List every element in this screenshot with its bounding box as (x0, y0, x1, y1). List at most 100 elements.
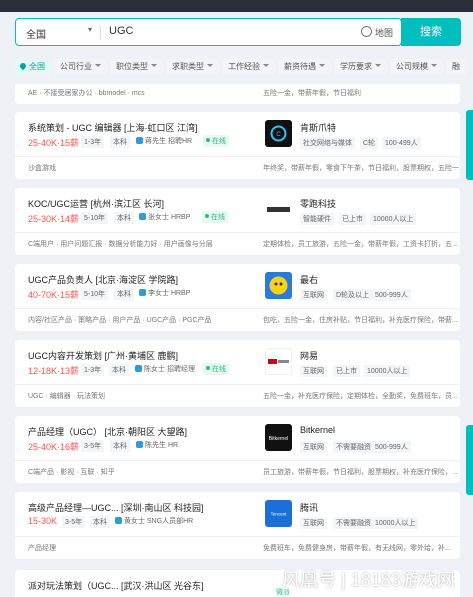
company-size: 10000人以上 (370, 213, 417, 225)
job-card[interactable]: 系统策划 - UGC 编辑器 [上海·虹口区 江湾] 25-40K·15薪 1-… (15, 112, 460, 179)
location-pin-icon (18, 61, 28, 71)
top-navigation-bar (0, 0, 473, 12)
search-box: 全国 ▾ 地图 (15, 18, 402, 46)
company-name[interactable]: 腾讯 (300, 501, 318, 514)
job-salary: 25-40K·15薪 (28, 138, 80, 148)
svg-text:Tencent: Tencent (271, 512, 288, 517)
hr-contact[interactable]: 陈先生 HR (136, 440, 178, 450)
job-card[interactable]: UGC内容开发策划 [广州·黄埔区 鹿鹏] 12-18K·13薪 1-3年 本科… (15, 340, 460, 407)
chat-icon (135, 365, 142, 372)
job-card[interactable]: UGC产品负责人 [北京·海淀区 学院路] 40-70K·15薪 5-10年 本… (15, 264, 460, 331)
company-name[interactable]: 零跑科技 (300, 197, 336, 210)
filter-label: 学历要求 (340, 62, 372, 71)
company-industry: 互联网 (300, 365, 327, 377)
filter-label: 薪资待遇 (284, 62, 316, 71)
company-benefits: 定期体检，员工旅游，五险一金，带薪年假，工资卡打折，五... (263, 241, 458, 248)
job-card[interactable]: KOC/UGC运营 [杭州·滨江区 长河] 25-30K·14薪 5-10年 本… (15, 188, 460, 255)
job-salary: 25-30K·14薪 (28, 214, 80, 224)
job-tags: UGC · 编辑器 · 玩法策划 (28, 393, 105, 400)
filter-education[interactable]: 学历要求 (334, 59, 387, 75)
job-experience: 5-10年 (81, 288, 109, 300)
filter-city[interactable]: 全国 (14, 59, 51, 75)
job-title[interactable]: KOC/UGC运营 [杭州·滨江区 长河] (28, 197, 164, 210)
filter-company-size[interactable]: 公司规模 (390, 59, 443, 75)
job-experience: 3-5年 (81, 440, 105, 452)
company-logo[interactable]: Tencent (265, 500, 292, 527)
company-stage: C轮 (360, 137, 379, 149)
company-industry: 互联网 (300, 441, 327, 453)
job-education: 本科 (110, 136, 130, 148)
caret-down-icon (431, 64, 437, 67)
chat-icon (139, 289, 146, 296)
filter-industry[interactable]: 公司行业 (54, 59, 107, 75)
job-tags: 产品经理 (28, 545, 56, 552)
chat-icon (115, 517, 122, 524)
company-stage: 不需要融资 (333, 441, 374, 453)
filter-job-type[interactable]: 职位类型 (110, 59, 163, 75)
filter-funding[interactable]: 融 (446, 59, 466, 75)
city-selector[interactable]: 全国 (26, 26, 46, 41)
hr-contact[interactable]: 陈女士 招聘经理 (135, 364, 195, 374)
filter-seek-type[interactable]: 求职类型 (166, 59, 219, 75)
job-title[interactable]: 派对玩法策划（UGC... [武汉·洪山区 光谷东] (28, 579, 204, 592)
search-button[interactable]: 搜索 (401, 18, 461, 46)
company-logo[interactable]: C (265, 120, 292, 147)
hr-contact[interactable]: 张女士 HRBP (139, 212, 190, 222)
job-tags: 内容/社区产品 · 策略产品 · 用户产品 · UGC产品 · PGC产品 (28, 317, 212, 324)
job-education: 本科 (109, 364, 129, 376)
company-name[interactable]: Bitkernel (300, 425, 335, 435)
search-input[interactable] (109, 25, 329, 37)
hr-contact[interactable]: 黄女士 SNG人员部HR (115, 516, 193, 526)
job-title[interactable]: 高级产品经理—UGC... [深圳·南山区 科技园] (28, 501, 204, 514)
hr-name: 黄女士 SNG人员部HR (124, 518, 194, 525)
company-logo[interactable] (265, 196, 292, 223)
filter-label: 工作经验 (228, 62, 260, 71)
chat-icon (136, 137, 143, 144)
company-name[interactable]: 网易 (300, 349, 318, 362)
job-salary: 15-30K (28, 516, 58, 526)
caret-down-icon (95, 64, 101, 67)
company-benefits: 员工旅游，带薪年假，节日福利，股票期权，补充医疗保险，... (263, 469, 458, 476)
company-logo[interactable] (265, 272, 292, 299)
online-badge: 在线 (203, 363, 229, 375)
hr-contact[interactable]: 蒋先生 招聘HR (136, 136, 192, 146)
caret-down-icon (319, 64, 325, 67)
company-name[interactable]: 最右 (300, 273, 318, 286)
job-card[interactable]: 高级产品经理—UGC... [深圳·南山区 科技园] 15-30K 3-5年 本… (15, 492, 460, 559)
chevron-down-icon[interactable]: ▾ (88, 25, 92, 34)
hr-contact[interactable]: 李女士 HRBP (139, 288, 190, 298)
company-logo[interactable]: Bitkernel (265, 424, 292, 451)
company-name[interactable]: 肯斯爪特 (300, 121, 336, 134)
company-stage: 已上市 (339, 213, 366, 225)
hr-name: 张女士 HRBP (148, 214, 191, 221)
job-title[interactable]: 系统策划 - UGC 编辑器 [上海·虹口区 江湾] (28, 121, 198, 134)
map-button[interactable]: 地图 (361, 26, 393, 39)
filter-bar: 全国 公司行业 职位类型 求职类型 工作经验 薪资待遇 学历要求 公司规模 融 (14, 56, 473, 75)
company-logo[interactable] (265, 348, 292, 375)
job-title[interactable]: UGC内容开发策划 [广州·黄埔区 鹿鹏] (28, 349, 178, 362)
company-logo-image (269, 276, 288, 295)
filter-salary[interactable]: 薪资待遇 (278, 59, 331, 75)
chat-icon (136, 441, 143, 448)
watermark: 风凰号 | 18183游戏网 (282, 570, 455, 590)
company-size: 10000人以上 (372, 517, 419, 529)
company-logo-image (268, 359, 289, 364)
filter-label: 公司规模 (396, 62, 428, 71)
filter-experience[interactable]: 工作经验 (222, 59, 275, 75)
company-industry: 社交网络与媒体 (300, 137, 355, 149)
scroll-indicator (466, 110, 473, 180)
job-card[interactable]: 产品经理（UGC） [北京·朝阳区 大望路] 25-40K·16薪 3-5年 本… (15, 416, 460, 483)
hr-name: 蒋先生 招聘HR (145, 138, 193, 145)
divider (15, 308, 460, 309)
job-card-partial[interactable]: AE · 不接受居家办公 · bbmodel · mcs 五险一金，带薪年假，节… (15, 84, 460, 104)
job-title[interactable]: 产品经理（UGC） [北京·朝阳区 大望路] (28, 425, 187, 438)
filter-label: 融 (452, 62, 460, 71)
filter-label: 公司行业 (60, 62, 92, 71)
divider (15, 536, 460, 537)
company-size: 10000人以上 (364, 365, 411, 377)
job-salary: 40-70K·15薪 (28, 290, 80, 300)
caret-down-icon (263, 64, 269, 67)
filter-label: 职位类型 (116, 62, 148, 71)
job-title[interactable]: UGC产品负责人 [北京·海淀区 学院路] (28, 273, 178, 286)
job-education: 本科 (110, 440, 130, 452)
